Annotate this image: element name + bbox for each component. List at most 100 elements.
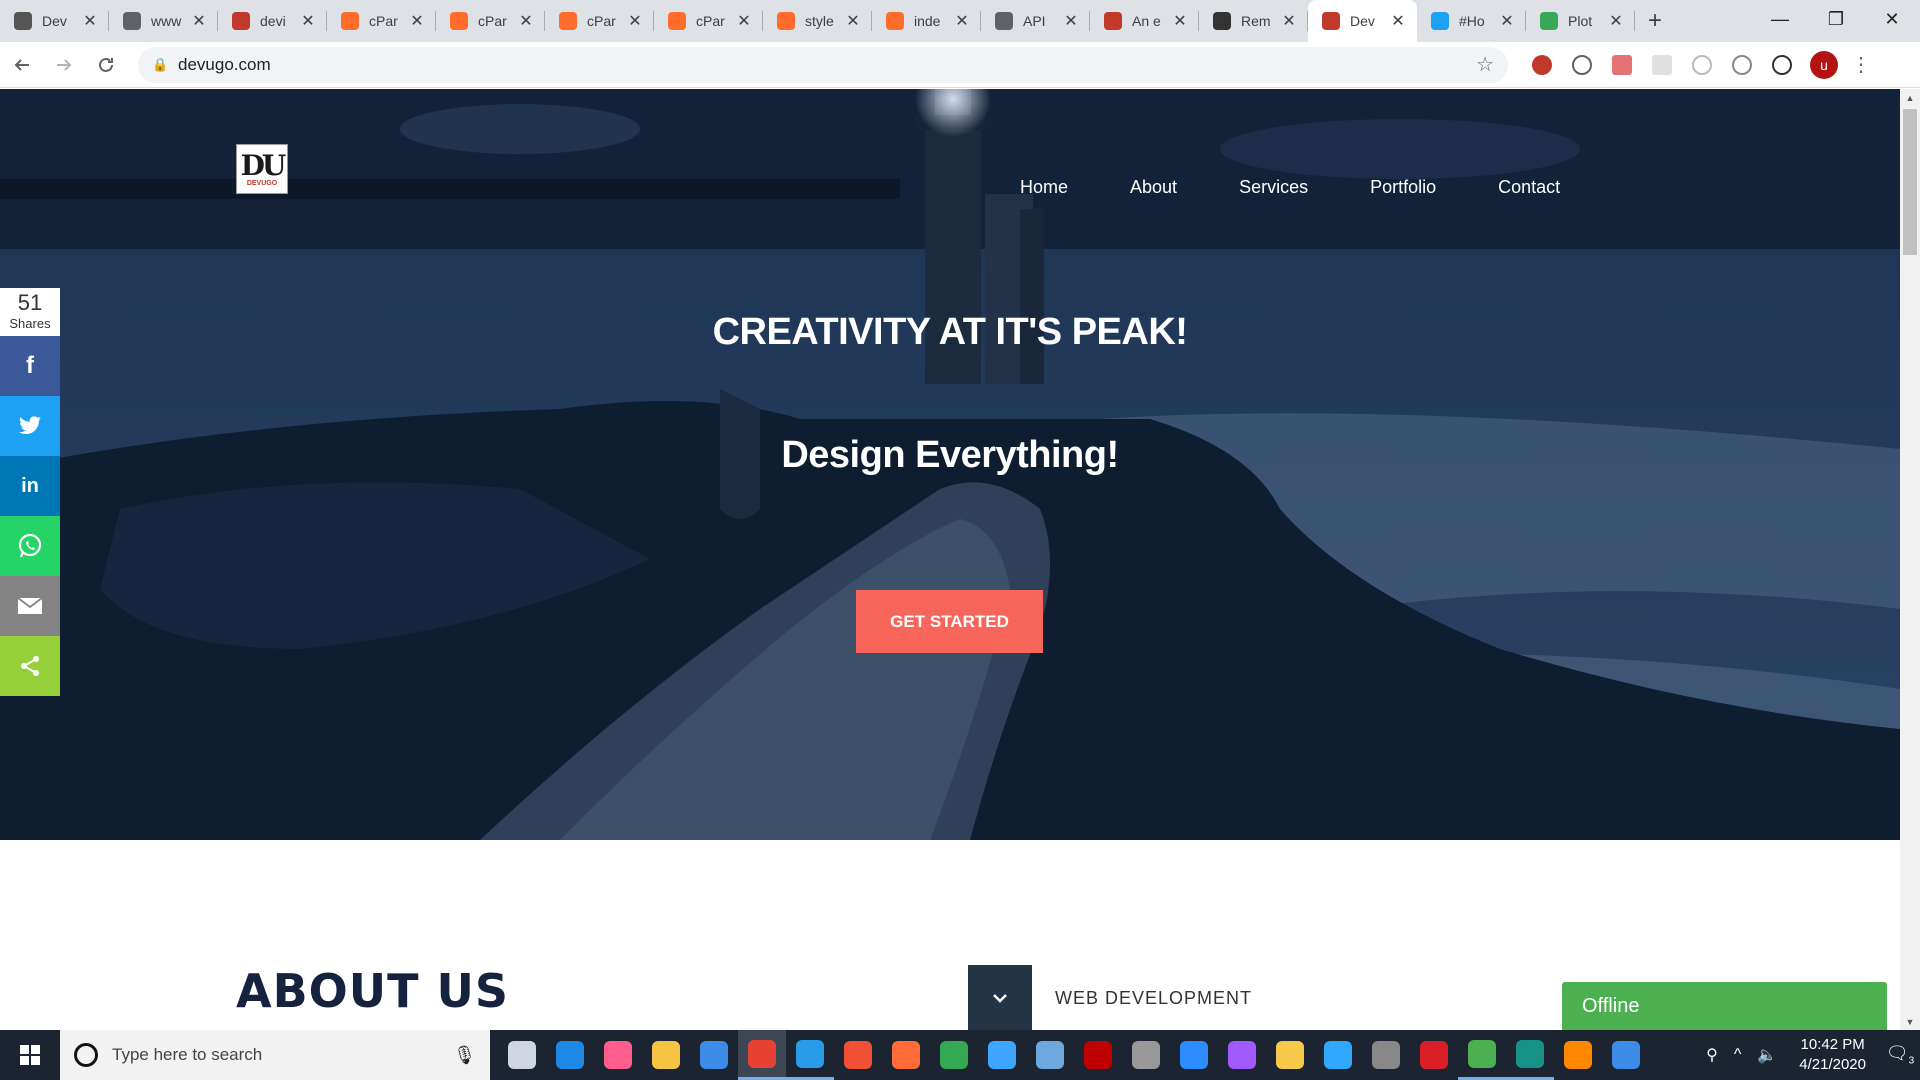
maximize-button[interactable]: ❐ bbox=[1808, 0, 1864, 38]
creative-cloud-taskbar-button[interactable] bbox=[1410, 1030, 1458, 1080]
maps-taskbar-button[interactable] bbox=[930, 1030, 978, 1080]
browser-tab[interactable]: API ✕ bbox=[981, 0, 1090, 42]
nav-contact-link[interactable]: Contact bbox=[1498, 177, 1560, 198]
browser-tab[interactable]: style ✕ bbox=[763, 0, 872, 42]
scrollbar-thumb[interactable] bbox=[1903, 109, 1917, 255]
start-button[interactable] bbox=[0, 1030, 60, 1080]
close-tab-icon[interactable]: ✕ bbox=[517, 11, 535, 31]
browser-tab[interactable]: Dev ✕ bbox=[1308, 0, 1417, 42]
linkedin-share-button[interactable]: in bbox=[0, 456, 60, 516]
chrome-taskbar-button[interactable] bbox=[738, 1030, 786, 1080]
gitkraken-taskbar-button[interactable] bbox=[1506, 1030, 1554, 1080]
browser-tab[interactable]: devi ✕ bbox=[218, 0, 327, 42]
minimize-button[interactable]: — bbox=[1752, 0, 1808, 38]
browser-tab[interactable]: cPar ✕ bbox=[436, 0, 545, 42]
browser-tab[interactable]: cPar ✕ bbox=[545, 0, 654, 42]
taskbar-search-box[interactable]: Type here to search 🎙 bbox=[60, 1030, 490, 1080]
volume-icon[interactable]: 🔈 bbox=[1749, 1045, 1785, 1065]
filezilla-taskbar-button[interactable] bbox=[1074, 1030, 1122, 1080]
browser-menu-icon[interactable]: ⋮ bbox=[1846, 52, 1876, 77]
close-tab-icon[interactable]: ✕ bbox=[81, 11, 99, 31]
close-tab-icon[interactable]: ✕ bbox=[735, 11, 753, 31]
cloud-taskbar-button[interactable] bbox=[978, 1030, 1026, 1080]
extension-icon[interactable] bbox=[1602, 45, 1642, 85]
chevron-up-icon[interactable]: ^ bbox=[1726, 1046, 1750, 1064]
extension-icon[interactable] bbox=[1642, 45, 1682, 85]
browser-tab[interactable]: #Ho ✕ bbox=[1417, 0, 1526, 42]
figma-taskbar-button[interactable] bbox=[1218, 1030, 1266, 1080]
browser-tab[interactable]: cPar ✕ bbox=[654, 0, 763, 42]
extension-icon[interactable] bbox=[1522, 45, 1562, 85]
browser-tab[interactable]: Plot ✕ bbox=[1526, 0, 1635, 42]
close-window-button[interactable]: ✕ bbox=[1864, 0, 1920, 38]
people-icon[interactable]: ⚲ bbox=[1698, 1045, 1726, 1065]
accordion-toggle-button[interactable] bbox=[968, 965, 1032, 1030]
hotspot-taskbar-button[interactable] bbox=[1458, 1030, 1506, 1080]
more-share-button[interactable] bbox=[0, 636, 60, 696]
extension-icon[interactable] bbox=[1762, 45, 1802, 85]
clock[interactable]: 10:42 PM 4/21/2020 bbox=[1785, 1035, 1880, 1075]
url-text[interactable]: devugo.com bbox=[178, 55, 1476, 75]
get-started-button[interactable]: GET STARTED bbox=[856, 590, 1043, 653]
email-share-button[interactable] bbox=[0, 576, 60, 636]
git-taskbar-button[interactable] bbox=[834, 1030, 882, 1080]
extension-icon[interactable] bbox=[1562, 45, 1602, 85]
close-tab-icon[interactable]: ✕ bbox=[1607, 11, 1625, 31]
scroll-up-arrow-icon[interactable]: ▲ bbox=[1900, 89, 1920, 106]
address-bar[interactable]: 🔒 devugo.com ☆ bbox=[138, 46, 1508, 83]
mail-taskbar-button[interactable] bbox=[690, 1030, 738, 1080]
nav-about-link[interactable]: About bbox=[1130, 177, 1177, 198]
close-tab-icon[interactable]: ✕ bbox=[190, 11, 208, 31]
close-tab-icon[interactable]: ✕ bbox=[1389, 11, 1407, 31]
close-tab-icon[interactable]: ✕ bbox=[844, 11, 862, 31]
close-tab-icon[interactable]: ✕ bbox=[1062, 11, 1080, 31]
forward-button[interactable] bbox=[44, 45, 84, 85]
page-scrollbar[interactable]: ▲ ▼ bbox=[1900, 89, 1920, 1030]
task-view-taskbar-button[interactable] bbox=[498, 1030, 546, 1080]
close-tab-icon[interactable]: ✕ bbox=[626, 11, 644, 31]
accordion-title[interactable]: WEB DEVELOPMENT bbox=[1055, 988, 1252, 1009]
close-tab-icon[interactable]: ✕ bbox=[1498, 11, 1516, 31]
close-tab-icon[interactable]: ✕ bbox=[1171, 11, 1189, 31]
paint-taskbar-button[interactable] bbox=[1266, 1030, 1314, 1080]
browser-tab[interactable]: inde ✕ bbox=[872, 0, 981, 42]
browser-tab[interactable]: Rem ✕ bbox=[1199, 0, 1308, 42]
bookmark-star-icon[interactable]: ☆ bbox=[1476, 52, 1494, 77]
nav-portfolio-link[interactable]: Portfolio bbox=[1370, 177, 1436, 198]
help-taskbar-button[interactable] bbox=[1602, 1030, 1650, 1080]
edge-taskbar-button[interactable] bbox=[546, 1030, 594, 1080]
extension-icon[interactable] bbox=[1722, 45, 1762, 85]
back-button[interactable] bbox=[2, 45, 42, 85]
scroll-down-arrow-icon[interactable]: ▼ bbox=[1900, 1013, 1920, 1030]
postman-taskbar-button[interactable] bbox=[882, 1030, 930, 1080]
itunes-taskbar-button[interactable] bbox=[594, 1030, 642, 1080]
browser-tab[interactable]: Dev ✕ bbox=[0, 0, 109, 42]
microphone-icon[interactable]: 🎙 bbox=[453, 1045, 476, 1066]
new-tab-button[interactable]: + bbox=[1635, 0, 1675, 42]
close-tab-icon[interactable]: ✕ bbox=[953, 11, 971, 31]
action-center-button[interactable]: 🗨3 bbox=[1880, 1043, 1920, 1067]
browser-tab[interactable]: An e ✕ bbox=[1090, 0, 1199, 42]
facebook-share-button[interactable]: f bbox=[0, 336, 60, 396]
close-tab-icon[interactable]: ✕ bbox=[299, 11, 317, 31]
file-explorer-taskbar-button[interactable] bbox=[642, 1030, 690, 1080]
photoshop-taskbar-button[interactable] bbox=[1314, 1030, 1362, 1080]
site-logo[interactable]: DU DEVUGO bbox=[236, 144, 288, 194]
close-tab-icon[interactable]: ✕ bbox=[408, 11, 426, 31]
xampp-taskbar-button[interactable] bbox=[1122, 1030, 1170, 1080]
nav-services-link[interactable]: Services bbox=[1239, 177, 1308, 198]
vlc-taskbar-button[interactable] bbox=[1554, 1030, 1602, 1080]
twitter-share-button[interactable] bbox=[0, 396, 60, 456]
zoom-taskbar-button[interactable] bbox=[1170, 1030, 1218, 1080]
network-taskbar-button[interactable] bbox=[1026, 1030, 1074, 1080]
app-1-taskbar-button[interactable] bbox=[1362, 1030, 1410, 1080]
extension-icon[interactable] bbox=[1682, 45, 1722, 85]
browser-tab[interactable]: www ✕ bbox=[109, 0, 218, 42]
live-chat-offline-widget[interactable]: Offline bbox=[1562, 982, 1887, 1030]
browser-tab[interactable]: cPar ✕ bbox=[327, 0, 436, 42]
close-tab-icon[interactable]: ✕ bbox=[1280, 11, 1298, 31]
nav-home-link[interactable]: Home bbox=[1020, 177, 1068, 198]
profile-avatar[interactable]: u bbox=[1810, 50, 1838, 79]
whatsapp-share-button[interactable] bbox=[0, 516, 60, 576]
reload-button[interactable] bbox=[86, 45, 126, 85]
